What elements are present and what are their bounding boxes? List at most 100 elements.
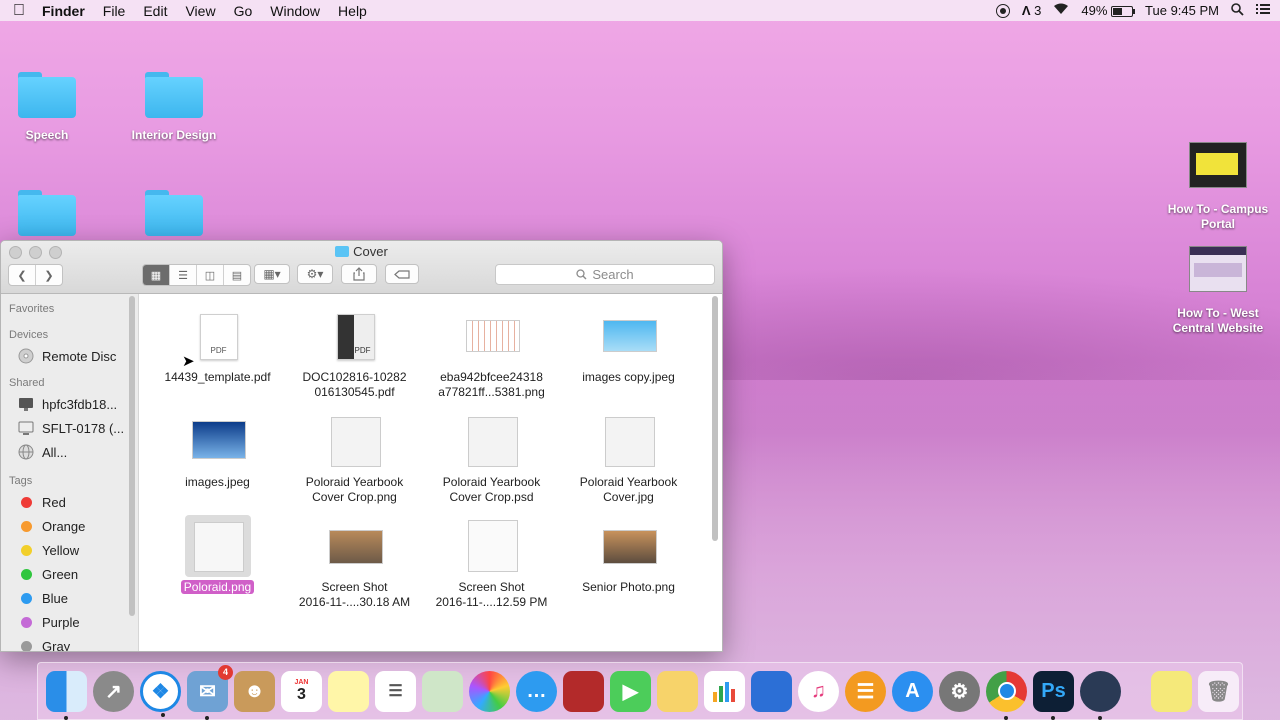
chrome-icon[interactable] bbox=[986, 670, 1027, 720]
file-item[interactable]: images copy.jpeg bbox=[560, 310, 697, 415]
folder-icon bbox=[145, 72, 203, 118]
file-item[interactable]: Senior Photo.png bbox=[560, 520, 697, 625]
file-item[interactable]: Screen Shot 2016-11-....12.59 PM bbox=[423, 520, 560, 625]
messages-icon[interactable]: … bbox=[516, 670, 557, 712]
column-view-button[interactable]: ◫ bbox=[197, 265, 224, 285]
tag-dot-icon bbox=[21, 496, 32, 508]
sidebar-tag-yellow[interactable]: Yellow bbox=[1, 538, 138, 562]
sidebar-item-label: Purple bbox=[42, 614, 80, 630]
photoshop-icon[interactable]: Ps bbox=[1033, 670, 1074, 720]
keynote-icon[interactable] bbox=[751, 670, 792, 712]
textedit-icon[interactable] bbox=[657, 670, 698, 712]
edit-tags-button[interactable] bbox=[385, 264, 419, 284]
desktop-folder[interactable] bbox=[119, 190, 229, 236]
clock[interactable]: Tue 9:45 PM bbox=[1145, 3, 1219, 18]
safari-icon[interactable]: ❖ bbox=[140, 670, 181, 717]
share-button[interactable] bbox=[341, 264, 377, 284]
calendar-icon[interactable]: JAN 3 bbox=[281, 670, 322, 712]
apple-menu-icon[interactable]:  bbox=[0, 2, 38, 20]
menu-go[interactable]: Go bbox=[225, 3, 262, 19]
notes-icon[interactable] bbox=[328, 670, 369, 712]
image-file-icon bbox=[601, 520, 657, 572]
quicktime-icon[interactable] bbox=[1080, 670, 1121, 720]
menu-view[interactable]: View bbox=[176, 3, 224, 19]
menu-help[interactable]: Help bbox=[329, 3, 376, 19]
sidebar-item-label: Green bbox=[42, 566, 79, 582]
desktop-file-west-central-website[interactable]: How To - West Central Website bbox=[1163, 246, 1273, 336]
sidebar-header-favorites: Favorites bbox=[9, 303, 55, 315]
arrange-button[interactable]: ▦▾ bbox=[254, 264, 290, 284]
menu-edit[interactable]: Edit bbox=[134, 3, 176, 19]
polaroid-image-icon bbox=[464, 415, 520, 467]
photos-icon[interactable] bbox=[469, 670, 510, 712]
file-name: Screen Shot 2016-11-....30.18 AM bbox=[298, 580, 411, 609]
downloads-stack-icon[interactable] bbox=[1151, 670, 1192, 712]
list-view-button[interactable]: ☰ bbox=[170, 265, 197, 285]
wifi-icon[interactable] bbox=[1053, 3, 1069, 18]
facetime-icon[interactable]: ▶ bbox=[610, 670, 651, 712]
desktop-folder[interactable] bbox=[0, 190, 102, 236]
icon-view-button[interactable]: ▦ bbox=[143, 265, 170, 285]
photo-booth-icon[interactable] bbox=[563, 670, 604, 712]
reminders-icon[interactable]: ☰ bbox=[375, 670, 416, 712]
system-preferences-icon[interactable]: ⚙ bbox=[939, 670, 980, 712]
numbers-icon[interactable] bbox=[704, 670, 745, 712]
screenshot-file-icon bbox=[327, 520, 383, 572]
content-scrollbar[interactable] bbox=[712, 296, 718, 541]
notification-center-icon[interactable] bbox=[1256, 3, 1270, 18]
sidebar-tag-blue[interactable]: Blue bbox=[1, 586, 138, 610]
desktop-folder-interior-design[interactable]: Interior Design bbox=[119, 72, 229, 143]
file-item[interactable]: PDF DOC102816-10282 016130545.pdf bbox=[286, 310, 423, 415]
file-item[interactable]: eba942bfcee24318 a77821ff...5381.png bbox=[423, 310, 560, 415]
forward-button[interactable]: ❯ bbox=[36, 265, 62, 285]
file-item[interactable]: images.jpeg bbox=[149, 415, 286, 520]
file-browser: PDF 14439_template.pdf PDF DOC102816-102… bbox=[139, 294, 722, 651]
cover-flow-button[interactable]: ▤ bbox=[224, 265, 250, 285]
finder-dock-icon[interactable] bbox=[46, 670, 87, 720]
tag-dot-icon bbox=[21, 640, 32, 651]
computer-icon bbox=[19, 398, 33, 411]
image-file-icon bbox=[190, 415, 246, 467]
battery-status[interactable]: 49% bbox=[1081, 3, 1136, 18]
spotlight-search-icon[interactable] bbox=[1231, 2, 1244, 19]
file-name: images copy.jpeg bbox=[582, 370, 675, 384]
file-item[interactable]: Poloraid Yearbook Cover Crop.psd bbox=[423, 415, 560, 520]
ibooks-icon[interactable]: ☰ bbox=[845, 670, 886, 712]
desktop-folder-speech[interactable]: Speech bbox=[0, 72, 102, 143]
sidebar-scrollbar[interactable] bbox=[129, 296, 135, 616]
maps-icon[interactable] bbox=[422, 670, 463, 712]
sidebar-item-shared-display[interactable]: SFLT-0178 (... bbox=[1, 416, 138, 440]
contacts-icon[interactable]: ☻ bbox=[234, 670, 275, 712]
sidebar-tag-purple[interactable]: Purple bbox=[1, 610, 138, 634]
launchpad-icon[interactable]: ↗ bbox=[93, 670, 134, 712]
file-item[interactable]: Poloraid Yearbook Cover.jpg bbox=[560, 415, 697, 520]
sidebar-tag-orange[interactable]: Orange bbox=[1, 514, 138, 538]
desktop-item-label: Interior Design bbox=[131, 128, 217, 142]
trash-icon[interactable]: 🗑 bbox=[1198, 670, 1239, 712]
itunes-icon[interactable]: ♫ bbox=[798, 670, 839, 712]
menu-window[interactable]: Window bbox=[261, 3, 329, 19]
display-icon bbox=[18, 421, 34, 435]
search-field[interactable]: Search bbox=[495, 264, 715, 285]
app-store-icon[interactable]: A bbox=[892, 670, 933, 712]
file-item-selected[interactable]: Poloraid.png bbox=[149, 515, 286, 625]
window-titlebar[interactable]: Cover ❮ ❯ ▦ ☰ ◫ ▤ ▦▾ ⚙▾ Search bbox=[1, 241, 722, 294]
sidebar-tag-red[interactable]: Red bbox=[1, 490, 138, 514]
sidebar-item-remote-disc[interactable]: Remote Disc bbox=[1, 344, 138, 368]
sidebar-header-devices: Devices bbox=[9, 329, 49, 341]
sidebar-item-shared-computer[interactable]: hpfc3fdb18... bbox=[1, 392, 138, 416]
sidebar-item-shared-all[interactable]: All... bbox=[1, 440, 138, 464]
file-item[interactable]: Poloraid Yearbook Cover Crop.png bbox=[286, 415, 423, 520]
menu-file[interactable]: File bbox=[94, 3, 135, 19]
back-button[interactable]: ❮ bbox=[9, 265, 36, 285]
menu-finder[interactable]: Finder bbox=[38, 3, 94, 19]
mail-icon[interactable]: ✉ 4 bbox=[187, 664, 233, 720]
desktop-file-campus-portal[interactable]: How To - Campus Portal bbox=[1163, 142, 1273, 232]
sidebar-tag-gray[interactable]: Gray bbox=[1, 634, 138, 651]
file-item[interactable]: PDF 14439_template.pdf bbox=[149, 310, 286, 415]
screen-record-icon[interactable] bbox=[995, 3, 1010, 18]
sidebar-tag-green[interactable]: Green bbox=[1, 562, 138, 586]
creative-cloud-status[interactable]: Λ 3 bbox=[1022, 3, 1042, 18]
file-item[interactable]: Screen Shot 2016-11-....30.18 AM bbox=[286, 520, 423, 625]
action-gear-button[interactable]: ⚙▾ bbox=[297, 264, 333, 284]
